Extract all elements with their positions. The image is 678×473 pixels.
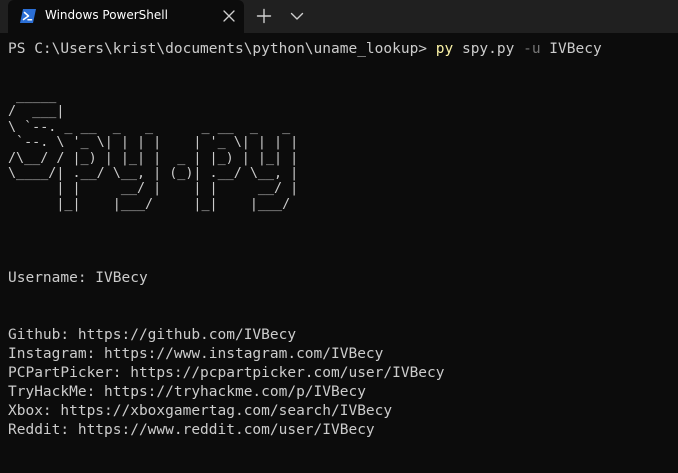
powershell-icon <box>20 9 36 23</box>
command-flag: -u <box>523 41 541 57</box>
result-line-reddit: Reddit: https://www.reddit.com/user/IVBe… <box>8 422 375 438</box>
prompt-line: PS C:\Users\krist\documents\python\uname… <box>8 40 602 59</box>
tab-title: Windows PowerShell <box>45 8 168 22</box>
close-icon[interactable] <box>222 9 236 23</box>
console-output[interactable]: PS C:\Users\krist\documents\python\uname… <box>0 33 678 473</box>
ascii-banner: _____ / ___| \ `--. _ __ _ _ _ __ _ _ `-… <box>8 89 299 212</box>
result-line-instagram: Instagram: https://www.instagram.com/IVB… <box>8 346 384 362</box>
tab-bar: Windows PowerShell <box>0 0 678 33</box>
command-name: py <box>435 41 454 57</box>
command-value: IVBecy <box>549 41 602 57</box>
tab-powershell[interactable]: Windows PowerShell <box>8 0 244 33</box>
terminal-window: Windows PowerShell PS C:\Users\krist\doc… <box>0 0 678 473</box>
command-script: spy.py <box>461 41 515 57</box>
username-line: Username: IVBecy <box>8 270 148 286</box>
result-line-tryhackme: TryHackMe: https://tryhackme.com/p/IVBec… <box>8 384 366 400</box>
result-line-github: Github: https://github.com/IVBecy <box>8 327 297 343</box>
result-line-pcpartpicker: PCPartPicker: https://pcpartpicker.com/u… <box>8 365 445 381</box>
result-line-xbox: Xbox: https://xboxgamertag.com/search/IV… <box>8 403 393 419</box>
chevron-down-icon[interactable] <box>290 10 304 22</box>
prompt-path: PS C:\Users\krist\documents\python\uname… <box>8 41 428 57</box>
plus-icon[interactable] <box>256 8 272 24</box>
